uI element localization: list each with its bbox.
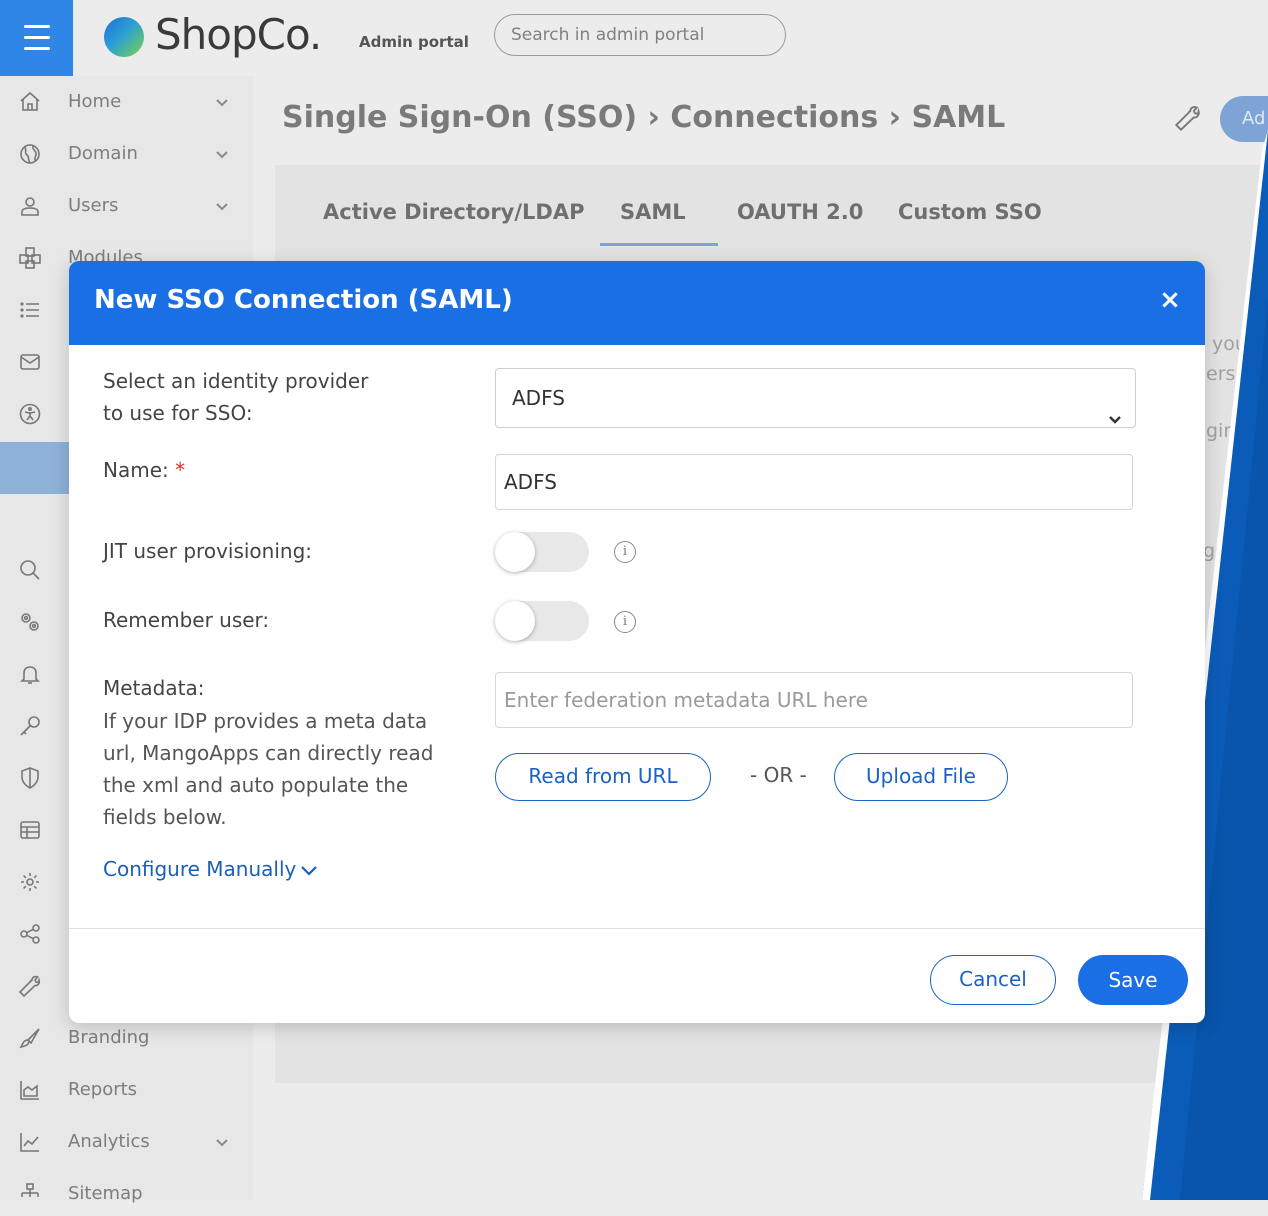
tab-active-directory[interactable]: Active Directory/LDAP (323, 200, 585, 224)
chevron-down-icon (214, 198, 230, 214)
background-text: ers (1206, 363, 1236, 385)
sidebar-item-analytics[interactable]: Analytics (0, 1120, 253, 1164)
name-label-text: Name: (103, 458, 169, 482)
hamburger-icon (24, 25, 50, 28)
idp-label-line: Select an identity provider (103, 369, 369, 393)
sitemap-icon (16, 1180, 44, 1208)
logo-icon (104, 17, 144, 57)
configure-manually-label: Configure Manually (103, 857, 297, 881)
sidebar-item-label: Domain (68, 143, 138, 164)
chevron-down-icon (1107, 391, 1123, 424)
gears-icon (16, 608, 44, 636)
sidebar-item-users[interactable]: Users (0, 184, 253, 228)
background-text: gs (1203, 540, 1225, 562)
metadata-url-input[interactable] (495, 672, 1133, 728)
background-text: gin (1206, 420, 1236, 442)
sidebar-item-label: Home (68, 91, 122, 112)
sidebar-item-label: Sitemap (68, 1183, 143, 1204)
metadata-help-line: url, MangoApps can directly read (103, 741, 434, 765)
metadata-help-line: the xml and auto populate the (103, 773, 409, 797)
hamburger-icon-bar (24, 36, 50, 39)
globe-icon (16, 140, 44, 168)
or-separator: - OR - (750, 763, 807, 787)
chevron-down-icon (301, 865, 318, 876)
top-bar: ShopCo. Admin portal (0, 0, 1268, 76)
idp-select[interactable]: ADFS (495, 368, 1136, 428)
logo-text: ShopCo. (155, 10, 322, 59)
jit-label: JIT user provisioning: (103, 539, 313, 563)
idp-select-value: ADFS (512, 386, 565, 410)
idp-label: Select an identity provider to use for S… (103, 365, 368, 429)
hamburger-menu-button[interactable] (0, 0, 73, 76)
name-label: Name: * (103, 454, 185, 486)
tab-saml[interactable]: SAML (620, 200, 686, 224)
search-input[interactable] (494, 14, 786, 56)
sidebar-active-indicator (0, 442, 73, 494)
jit-toggle[interactable] (495, 532, 589, 572)
hamburger-icon-bar (24, 47, 50, 50)
modules-icon (16, 244, 44, 272)
tab-active-indicator (600, 243, 718, 246)
tab-custom-sso[interactable]: Custom SSO (898, 200, 1042, 224)
tab-oauth[interactable]: OAUTH 2.0 (737, 200, 863, 224)
name-input[interactable] (495, 454, 1133, 510)
shield-icon (16, 764, 44, 792)
sidebar-item-label: Branding (68, 1027, 150, 1048)
idp-label-line: to use for SSO: (103, 401, 253, 425)
upload-file-button[interactable]: Upload File (834, 753, 1008, 801)
share-nodes-icon (16, 920, 44, 948)
breadcrumb: Single Sign-On (SSO) › Connections › SAM… (282, 100, 1006, 135)
sso-connection-modal: New SSO Connection (SAML) × Select an id… (69, 261, 1205, 1023)
toggle-knob (495, 532, 535, 572)
list-icon (16, 296, 44, 324)
brush-icon (16, 1024, 44, 1052)
modal-header: New SSO Connection (SAML) × (69, 261, 1205, 345)
sidebar-item-home[interactable]: Home (0, 80, 253, 124)
gear-icon (16, 868, 44, 896)
metadata-help-line: fields below. (103, 805, 227, 829)
info-icon[interactable]: i (614, 541, 636, 563)
sidebar-item-domain[interactable]: Domain (0, 132, 253, 176)
table-icon (16, 816, 44, 844)
configure-manually-link[interactable]: Configure Manually (103, 857, 318, 881)
metadata-help-line: If your IDP provides a meta data (103, 709, 428, 733)
chevron-down-icon (214, 146, 230, 162)
remember-label: Remember user: (103, 608, 270, 632)
reports-icon (16, 1076, 44, 1104)
portal-label: Admin portal (359, 33, 469, 51)
modal-title: New SSO Connection (SAML) (94, 285, 513, 315)
mail-icon (16, 348, 44, 376)
background-text: you (1212, 333, 1247, 355)
modal-footer-divider (69, 928, 1205, 929)
sidebar-item-reports[interactable]: Reports (0, 1068, 253, 1112)
toggle-knob (495, 601, 535, 641)
analytics-icon (16, 1128, 44, 1156)
metadata-label: Metadata: (103, 676, 205, 700)
remember-toggle[interactable] (495, 601, 589, 641)
close-icon[interactable]: × (1157, 285, 1183, 315)
read-from-url-button[interactable]: Read from URL (495, 753, 711, 801)
info-icon[interactable]: i (614, 611, 636, 633)
key-icon (16, 712, 44, 740)
required-marker: * (175, 458, 186, 482)
user-icon (16, 192, 44, 220)
wrench-icon[interactable] (1174, 104, 1204, 134)
sidebar-item-sitemap[interactable]: Sitemap (0, 1172, 253, 1216)
sidebar-item-label: Reports (68, 1079, 138, 1100)
wrench-icon (16, 972, 44, 1000)
accessibility-icon (16, 400, 44, 428)
save-button[interactable]: Save (1078, 955, 1188, 1005)
home-icon (16, 88, 44, 116)
chevron-down-icon (214, 94, 230, 110)
cancel-button[interactable]: Cancel (930, 955, 1056, 1005)
add-button[interactable]: Ad (1220, 96, 1268, 142)
chevron-down-icon (214, 1134, 230, 1150)
bell-icon (16, 660, 44, 688)
metadata-help: If your IDP provides a meta data url, Ma… (103, 705, 433, 833)
sidebar-item-label: Analytics (68, 1131, 150, 1152)
sidebar-item-label: Users (68, 195, 119, 216)
search-icon (16, 556, 44, 584)
